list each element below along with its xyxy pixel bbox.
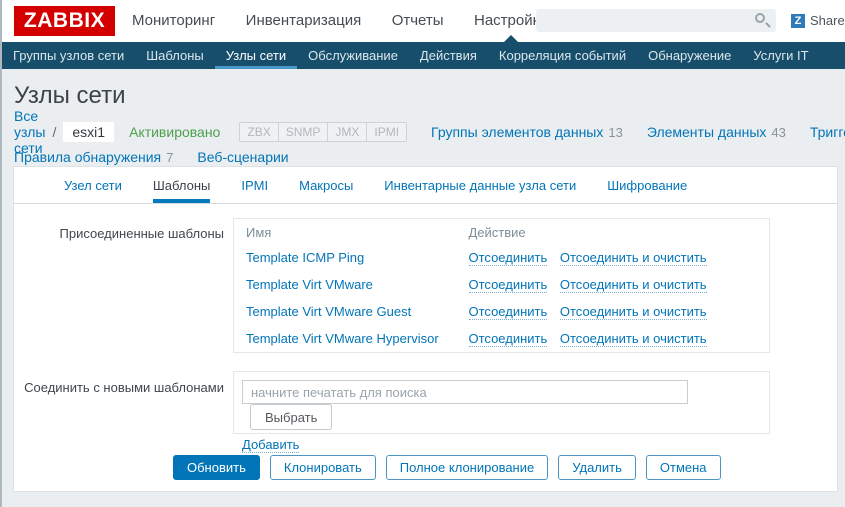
- name-column-header: Имя: [234, 219, 457, 245]
- linked-templates-table: Имя Действие Template ICMP Ping Отсоедин…: [233, 218, 770, 353]
- unlink-and-clear-link[interactable]: Отсоединить и очистить: [560, 250, 707, 266]
- tab-templates[interactable]: Шаблоны: [153, 178, 211, 203]
- unlink-link[interactable]: Отсоединить: [469, 277, 548, 293]
- page-title: Узлы сети: [14, 82, 126, 110]
- zabbix-logo[interactable]: ZABBIX: [14, 6, 115, 36]
- host-breadcrumb: Все узлы сети / esxi1 Активировано ZBX S…: [14, 120, 840, 168]
- tab-host[interactable]: Узел сети: [64, 178, 122, 203]
- applications-link[interactable]: Группы элементов данных13: [431, 124, 623, 140]
- discovery-rules-count: 7: [166, 150, 173, 165]
- subnav-actions[interactable]: Действия: [409, 42, 488, 69]
- config-subnav: Группы узлов сети Шаблоны Узлы сети Обсл…: [2, 42, 845, 69]
- menu-configuration[interactable]: Настройка: [461, 0, 536, 42]
- menu-reports[interactable]: Отчеты: [379, 0, 457, 42]
- tab-ipmi[interactable]: IPMI: [241, 178, 268, 203]
- share-label: Share: [810, 13, 845, 28]
- zabbix-share-icon: Z: [791, 14, 805, 28]
- web-scenarios-link[interactable]: Веб-сценарии: [197, 149, 293, 165]
- breadcrumb-row-2: Правила обнаружения7 Веб-сценарии: [14, 145, 840, 168]
- clone-button[interactable]: Клонировать: [270, 455, 376, 480]
- delete-button[interactable]: Удалить: [558, 455, 636, 480]
- cancel-button[interactable]: Отмена: [646, 455, 721, 480]
- template-search-input[interactable]: [242, 380, 688, 404]
- template-link[interactable]: Template Virt VMware Guest: [246, 304, 411, 319]
- table-row: Template Virt VMware Отсоединить Отсоеди…: [234, 271, 770, 298]
- window-edge: [0, 0, 2, 507]
- subnav-maintenance[interactable]: Обслуживание: [297, 42, 409, 69]
- zbx-availability-badge: ZBX: [240, 123, 277, 141]
- subnav-templates[interactable]: Шаблоны: [135, 42, 215, 69]
- host-form-tabs: Узел сети Шаблоны IPMI Макросы Инвентарн…: [14, 167, 837, 204]
- items-link[interactable]: Элементы данных43: [647, 124, 786, 140]
- unlink-and-clear-link[interactable]: Отсоединить и очистить: [560, 277, 707, 293]
- form-footer-buttons: Обновить Клонировать Полное клонирование…: [173, 455, 721, 480]
- template-link[interactable]: Template Virt VMware: [246, 277, 373, 292]
- linked-templates-label: Присоединенные шаблоны: [14, 226, 224, 241]
- search-input[interactable]: [536, 9, 776, 32]
- menu-monitoring[interactable]: Мониторинг: [119, 0, 228, 42]
- applications-count: 13: [608, 125, 622, 140]
- top-header: ZABBIX Мониторинг Инвентаризация Отчеты …: [2, 0, 845, 42]
- unlink-and-clear-link[interactable]: Отсоединить и очистить: [560, 304, 707, 320]
- host-status-badge[interactable]: Активировано: [129, 124, 220, 140]
- breadcrumb-row-1: Все узлы сети / esxi1 Активировано ZBX S…: [14, 120, 840, 143]
- search-icon[interactable]: [755, 13, 765, 23]
- share-widget[interactable]: Z Share: [791, 13, 845, 28]
- items-count: 43: [771, 125, 785, 140]
- subnav-host-groups[interactable]: Группы узлов сети: [2, 42, 135, 69]
- table-row: Template Virt VMware Hypervisor Отсоедин…: [234, 325, 770, 353]
- ipmi-availability-badge: IPMI: [366, 123, 406, 141]
- full-clone-button[interactable]: Полное клонирование: [386, 455, 548, 480]
- new-templates-selector: Выбрать Добавить: [233, 371, 770, 434]
- host-form-panel: Узел сети Шаблоны IPMI Макросы Инвентарн…: [13, 166, 838, 492]
- main-menu: Мониторинг Инвентаризация Отчеты Настрой…: [119, 0, 536, 42]
- global-search: [536, 9, 776, 32]
- template-link[interactable]: Template ICMP Ping: [246, 250, 364, 265]
- table-row: Template ICMP Ping Отсоединить Отсоедини…: [234, 244, 770, 271]
- unlink-link[interactable]: Отсоединить: [469, 331, 548, 347]
- discovery-rules-link[interactable]: Правила обнаружения7: [14, 149, 173, 165]
- template-link[interactable]: Template Virt VMware Hypervisor: [246, 331, 439, 346]
- table-header-row: Имя Действие: [234, 219, 770, 245]
- menu-inventory[interactable]: Инвентаризация: [233, 0, 375, 42]
- update-button[interactable]: Обновить: [173, 455, 260, 480]
- subnav-hosts[interactable]: Узлы сети: [215, 42, 297, 69]
- subnav-it-services[interactable]: Услуги IT: [742, 42, 819, 69]
- link-new-templates-label: Соединить с новыми шаблонами: [14, 380, 224, 395]
- unlink-link[interactable]: Отсоединить: [469, 304, 548, 320]
- tab-macros[interactable]: Макросы: [299, 178, 353, 203]
- snmp-availability-badge: SNMP: [278, 123, 328, 141]
- select-button[interactable]: Выбрать: [250, 404, 332, 430]
- subnav-discovery[interactable]: Обнаружение: [637, 42, 742, 69]
- jmx-availability-badge: JMX: [327, 123, 366, 141]
- tab-host-inventory[interactable]: Инвентарные данные узла сети: [384, 178, 576, 203]
- current-host-name: esxi1: [63, 122, 114, 142]
- table-row: Template Virt VMware Guest Отсоединить О…: [234, 298, 770, 325]
- subnav-event-correlation[interactable]: Корреляция событий: [488, 42, 637, 69]
- tab-encryption[interactable]: Шифрование: [607, 178, 687, 203]
- interface-availability-badges: ZBX SNMP JMX IPMI: [239, 122, 407, 142]
- unlink-link[interactable]: Отсоединить: [469, 250, 548, 266]
- unlink-and-clear-link[interactable]: Отсоединить и очистить: [560, 331, 707, 347]
- triggers-link[interactable]: Триггеры3: [810, 124, 845, 140]
- action-column-header: Действие: [457, 219, 770, 245]
- breadcrumb-separator: /: [53, 124, 57, 140]
- add-link[interactable]: Добавить: [242, 437, 299, 453]
